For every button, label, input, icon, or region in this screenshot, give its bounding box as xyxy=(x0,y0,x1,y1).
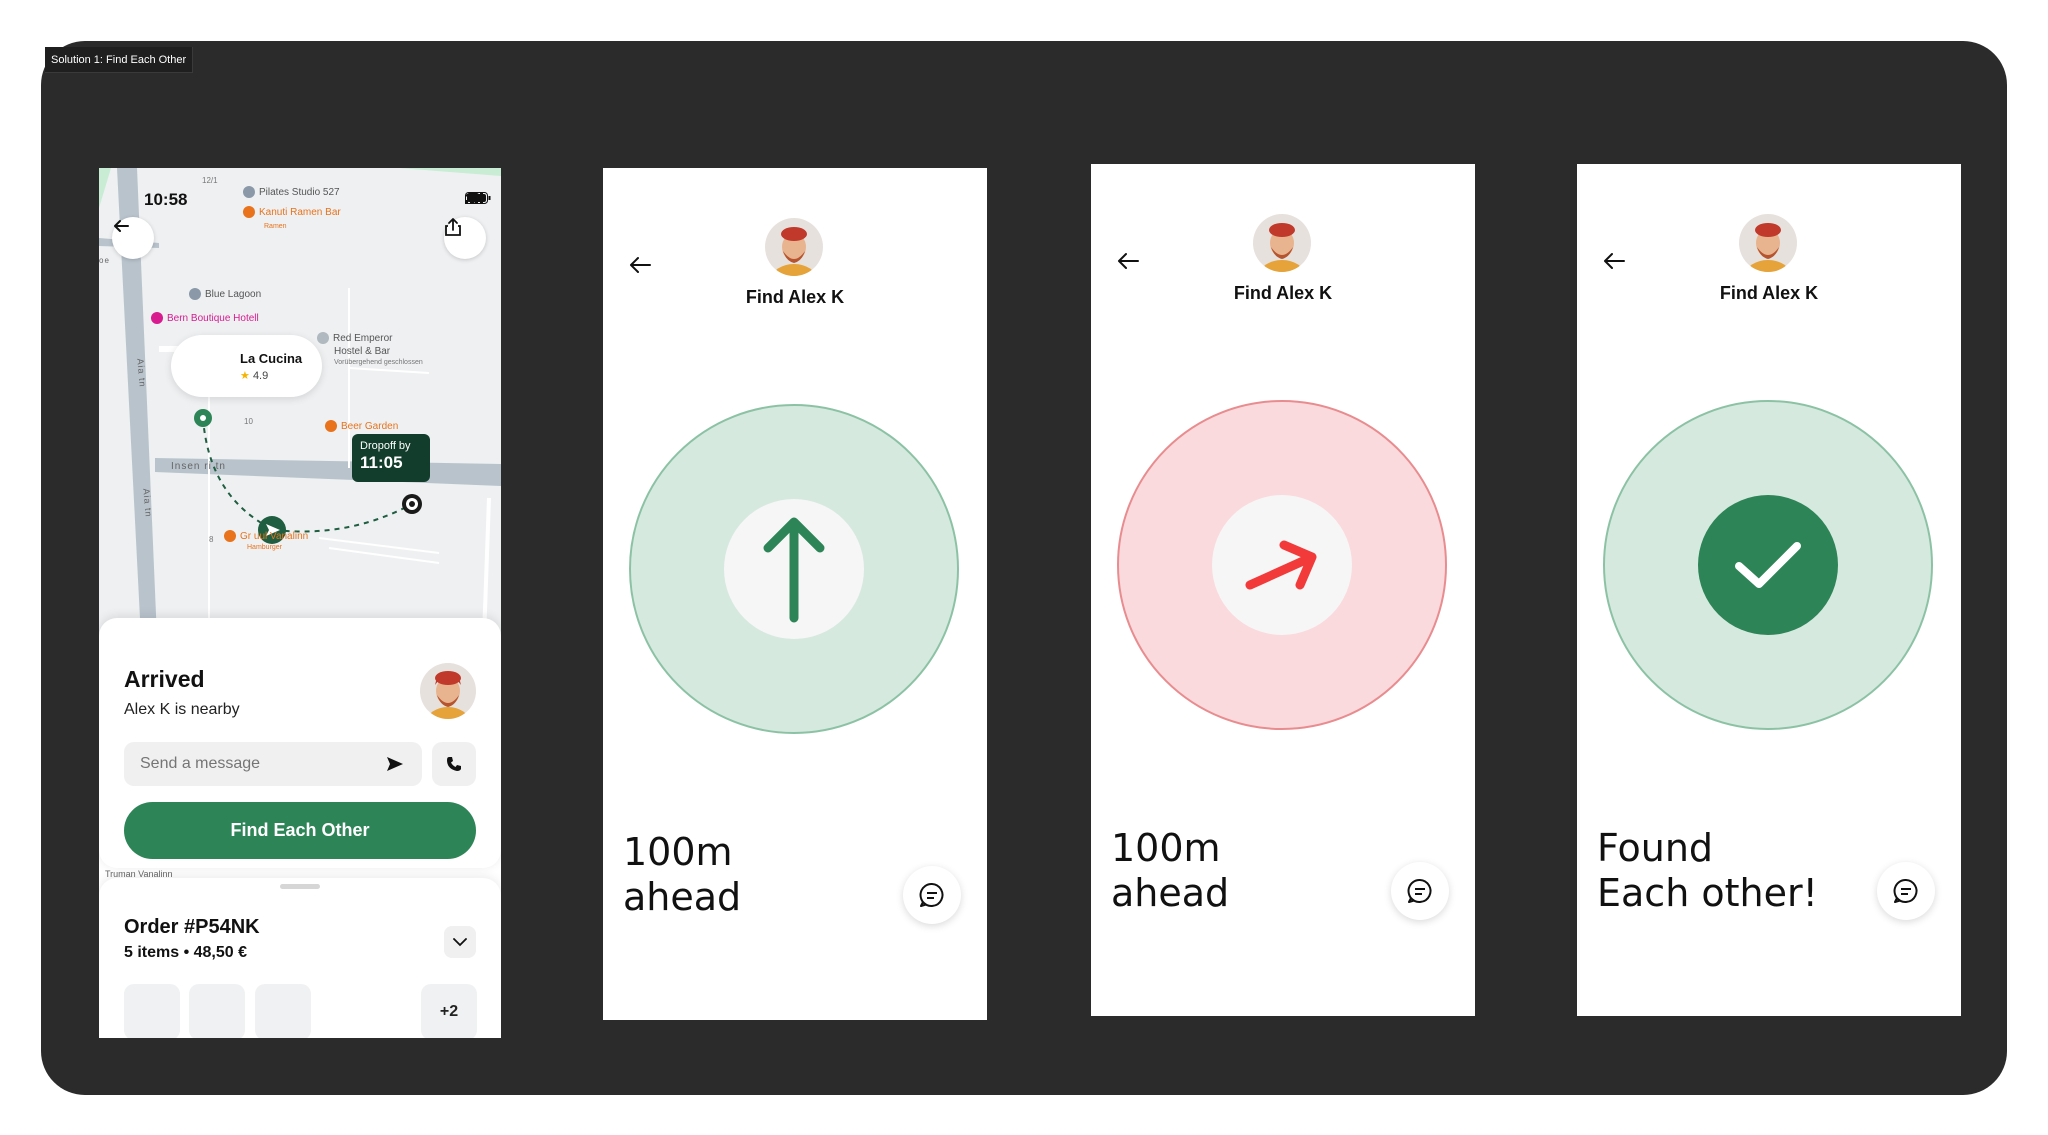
street-label: Insen ri tn xyxy=(171,461,226,472)
chat-button[interactable] xyxy=(903,866,961,924)
screen-title: Find Alex K xyxy=(745,287,845,307)
poi-hamburger-sub: Hamburger xyxy=(247,544,283,551)
address-number: 10 xyxy=(244,417,253,426)
avatar xyxy=(1253,214,1311,272)
sheet-grabber[interactable] xyxy=(280,884,320,889)
back-button[interactable] xyxy=(1601,248,1627,274)
find-screen-on-track: Find Alex K 100m ahead xyxy=(603,168,987,1020)
checkmark-icon xyxy=(1735,542,1801,588)
poi-kanuti-sub: Ramen xyxy=(264,223,287,230)
order-item-thumbnail[interactable] xyxy=(189,984,245,1038)
found-text: Found Each other! xyxy=(1597,826,1818,915)
avatar[interactable] xyxy=(420,663,476,719)
message-input[interactable] xyxy=(124,742,422,786)
restaurant-rating: ★ 4.9 xyxy=(240,370,269,382)
restaurant-icon xyxy=(224,530,236,542)
frame-label: Solution 1: Find Each Other xyxy=(45,47,194,73)
address-number: 8 xyxy=(209,535,214,544)
screen-title: Find Alex K xyxy=(1233,283,1333,303)
status-time: 10:58 xyxy=(144,190,188,209)
chat-icon xyxy=(919,882,944,907)
chat-button[interactable] xyxy=(1877,862,1935,920)
battery-icon xyxy=(465,192,491,204)
back-button[interactable] xyxy=(627,252,653,278)
avatar xyxy=(765,218,823,276)
arrow-left-icon xyxy=(114,220,129,232)
hotel-icon xyxy=(151,312,163,324)
street-label: oe xyxy=(99,256,110,265)
dropoff-time: 11:05 xyxy=(360,453,403,472)
chevron-down-icon xyxy=(453,938,467,947)
map-screen: 10:58 12/1 oe Pilates Studio 527 Kanuti … xyxy=(99,168,501,1038)
more-items-button[interactable]: +2 xyxy=(421,984,477,1038)
poi-pilates[interactable]: Pilates Studio 527 xyxy=(243,186,340,198)
arrival-subtitle: Alex K is nearby xyxy=(124,701,240,718)
dropoff-badge: Dropoff by 11:05 xyxy=(352,434,430,482)
restaurant-icon xyxy=(243,206,255,218)
distance-text: 100m ahead xyxy=(623,830,742,919)
back-button[interactable] xyxy=(1115,248,1141,274)
direction-indicator xyxy=(724,499,864,639)
star-icon: ★ xyxy=(240,370,250,382)
poi-kanuti[interactable]: Kanuti Ramen Bar xyxy=(243,206,341,218)
poi-beer-garden[interactable]: Beer Garden xyxy=(325,420,398,432)
share-icon xyxy=(445,218,461,236)
poi-bern[interactable]: Bern Boutique Hotell xyxy=(151,312,259,324)
avatar-image xyxy=(1253,214,1311,272)
poi-hamburger[interactable]: Gr uul Vanalinn xyxy=(224,530,308,542)
chat-button[interactable] xyxy=(1391,862,1449,920)
found-indicator xyxy=(1698,495,1838,635)
chat-icon xyxy=(1407,878,1432,903)
arrow-left-icon xyxy=(630,257,651,273)
arrival-sheet: Arrived Alex K is nearby Find Each Other xyxy=(99,618,501,868)
restaurant-callout[interactable]: La Cucina ★ 4.9 xyxy=(171,335,322,397)
map-back-button[interactable] xyxy=(112,217,154,259)
arrow-right-icon xyxy=(1245,540,1317,590)
poi-red-emperor[interactable]: Red Emperor xyxy=(317,332,392,344)
pin-icon xyxy=(317,332,329,344)
avatar-image xyxy=(1739,214,1797,272)
find-screen-off-track: Find Alex K 100m ahead xyxy=(1091,164,1475,1016)
call-button[interactable] xyxy=(432,742,476,786)
direction-indicator xyxy=(1212,495,1352,635)
screen-title: Find Alex K xyxy=(1719,283,1819,303)
send-button[interactable] xyxy=(382,751,408,777)
find-screen-found: Find Alex K Found Each other! xyxy=(1577,164,1961,1016)
pin-icon xyxy=(243,186,255,198)
avatar-image xyxy=(420,663,476,719)
find-each-other-button[interactable]: Find Each Other xyxy=(124,802,476,859)
chat-icon xyxy=(1893,878,1918,903)
arrow-left-icon xyxy=(1604,253,1625,269)
restaurant-name: La Cucina xyxy=(240,351,303,366)
pin-icon xyxy=(189,288,201,300)
send-icon xyxy=(387,757,403,771)
order-summary: 5 items • 48,50 € xyxy=(124,944,248,961)
share-button[interactable] xyxy=(444,217,486,259)
status-date: 12/1 xyxy=(202,176,218,185)
expand-order-button[interactable] xyxy=(444,926,476,958)
order-item-thumbnail[interactable] xyxy=(255,984,311,1038)
poi-red-emperor-sub: Vorübergehend geschlossen xyxy=(334,359,423,366)
map-roads xyxy=(99,168,501,638)
arrow-left-icon xyxy=(1118,253,1139,269)
avatar xyxy=(1739,214,1797,272)
beer-icon xyxy=(325,420,337,432)
distance-text: 100m ahead xyxy=(1111,826,1230,915)
arrival-title: Arrived xyxy=(124,666,205,692)
dropoff-label: Dropoff by xyxy=(360,440,411,452)
map-view[interactable]: 10:58 12/1 oe Pilates Studio 527 Kanuti … xyxy=(99,168,501,638)
poi-blue-lagoon[interactable]: Blue Lagoon xyxy=(189,288,261,300)
phone-icon xyxy=(447,757,461,771)
poi-red-emperor-line2: Hostel & Bar xyxy=(334,346,391,357)
order-title: Order #P54NK xyxy=(124,916,260,938)
order-card[interactable]: Order #P54NK 5 items • 48,50 € +2 xyxy=(99,878,501,1038)
order-item-thumbnail[interactable] xyxy=(124,984,180,1038)
avatar-image xyxy=(765,218,823,276)
arrow-up-icon xyxy=(763,517,825,623)
